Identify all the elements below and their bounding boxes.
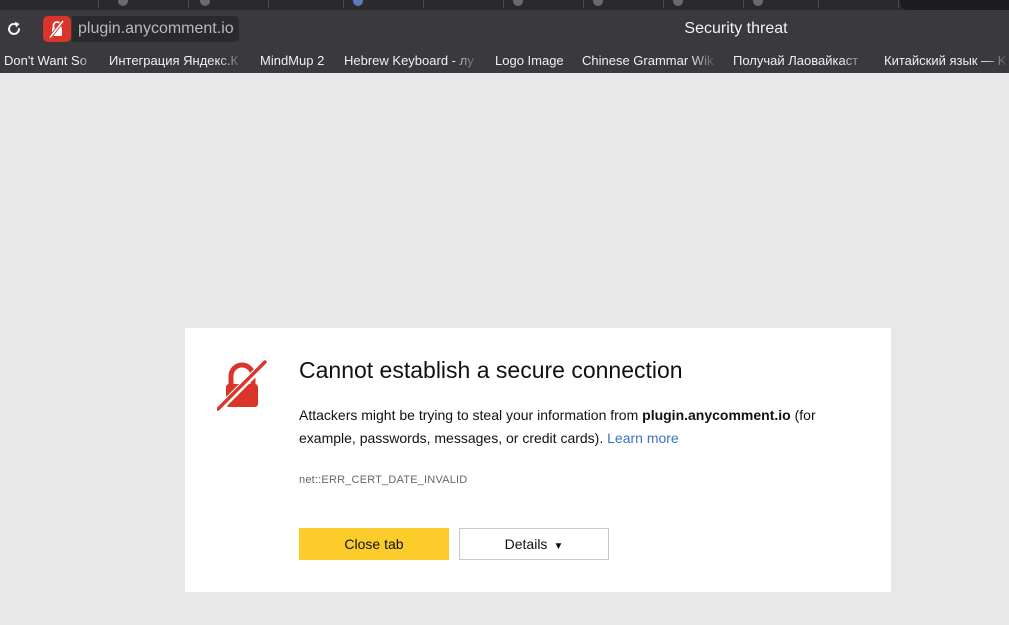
host-name: plugin.anycomment.io	[642, 407, 791, 423]
browser-chrome: plugin.anycomment.io Security threat Don…	[0, 0, 1009, 73]
tab[interactable]	[343, 0, 424, 8]
bookmark-item[interactable]: Hebrew Keyboard - лу	[344, 52, 480, 70]
tab[interactable]	[503, 0, 584, 8]
broken-lock-icon	[217, 359, 267, 412]
error-message: Attackers might be trying to steal your …	[299, 404, 859, 449]
tab[interactable]	[188, 0, 269, 8]
message-text: Attackers might be trying to steal your …	[299, 407, 643, 423]
bookmark-item[interactable]: Chinese Grammar Wik	[582, 52, 718, 70]
tab[interactable]	[818, 0, 899, 8]
bookmark-item[interactable]: Получай Лаовайкаст	[733, 52, 869, 70]
details-label: Details	[504, 536, 548, 552]
window-controls-area	[900, 0, 1009, 10]
tab[interactable]	[663, 0, 744, 8]
tab-strip	[0, 0, 1009, 10]
bookmark-item[interactable]: Logo Image	[495, 52, 570, 70]
address-bar: plugin.anycomment.io Security threat	[0, 10, 1009, 48]
close-tab-button[interactable]: Close tab	[299, 528, 449, 560]
reload-icon[interactable]	[4, 19, 24, 39]
tab[interactable]	[743, 0, 819, 8]
tab[interactable]	[268, 0, 344, 8]
tab[interactable]	[583, 0, 664, 8]
tab[interactable]	[423, 0, 504, 8]
bookmark-item[interactable]: Интеграция Яндекс.К	[109, 52, 245, 70]
security-warning-card: Cannot establish a secure connection Att…	[185, 328, 891, 592]
details-button[interactable]: Details ▼	[459, 528, 609, 560]
url-field[interactable]: plugin.anycomment.io	[72, 16, 239, 42]
error-title: Cannot establish a secure connection	[299, 357, 683, 383]
tab[interactable]	[28, 0, 99, 8]
caret-down-icon: ▼	[553, 541, 564, 552]
learn-more-link[interactable]: Learn more	[607, 430, 679, 446]
bookmark-item[interactable]: MindMup 2	[260, 52, 332, 70]
tab[interactable]	[98, 0, 189, 8]
insecure-lock-icon[interactable]	[43, 16, 71, 42]
bookmark-item[interactable]: Don't Want So	[4, 52, 96, 70]
error-code: net::ERR_CERT_DATE_INVALID	[299, 474, 468, 486]
bookmarks-bar: Don't Want So Интеграция Яндекс.К MindMu…	[0, 48, 1009, 73]
bookmark-item[interactable]: Китайский язык — K	[884, 52, 1009, 70]
page-title: Security threat	[684, 20, 788, 37]
